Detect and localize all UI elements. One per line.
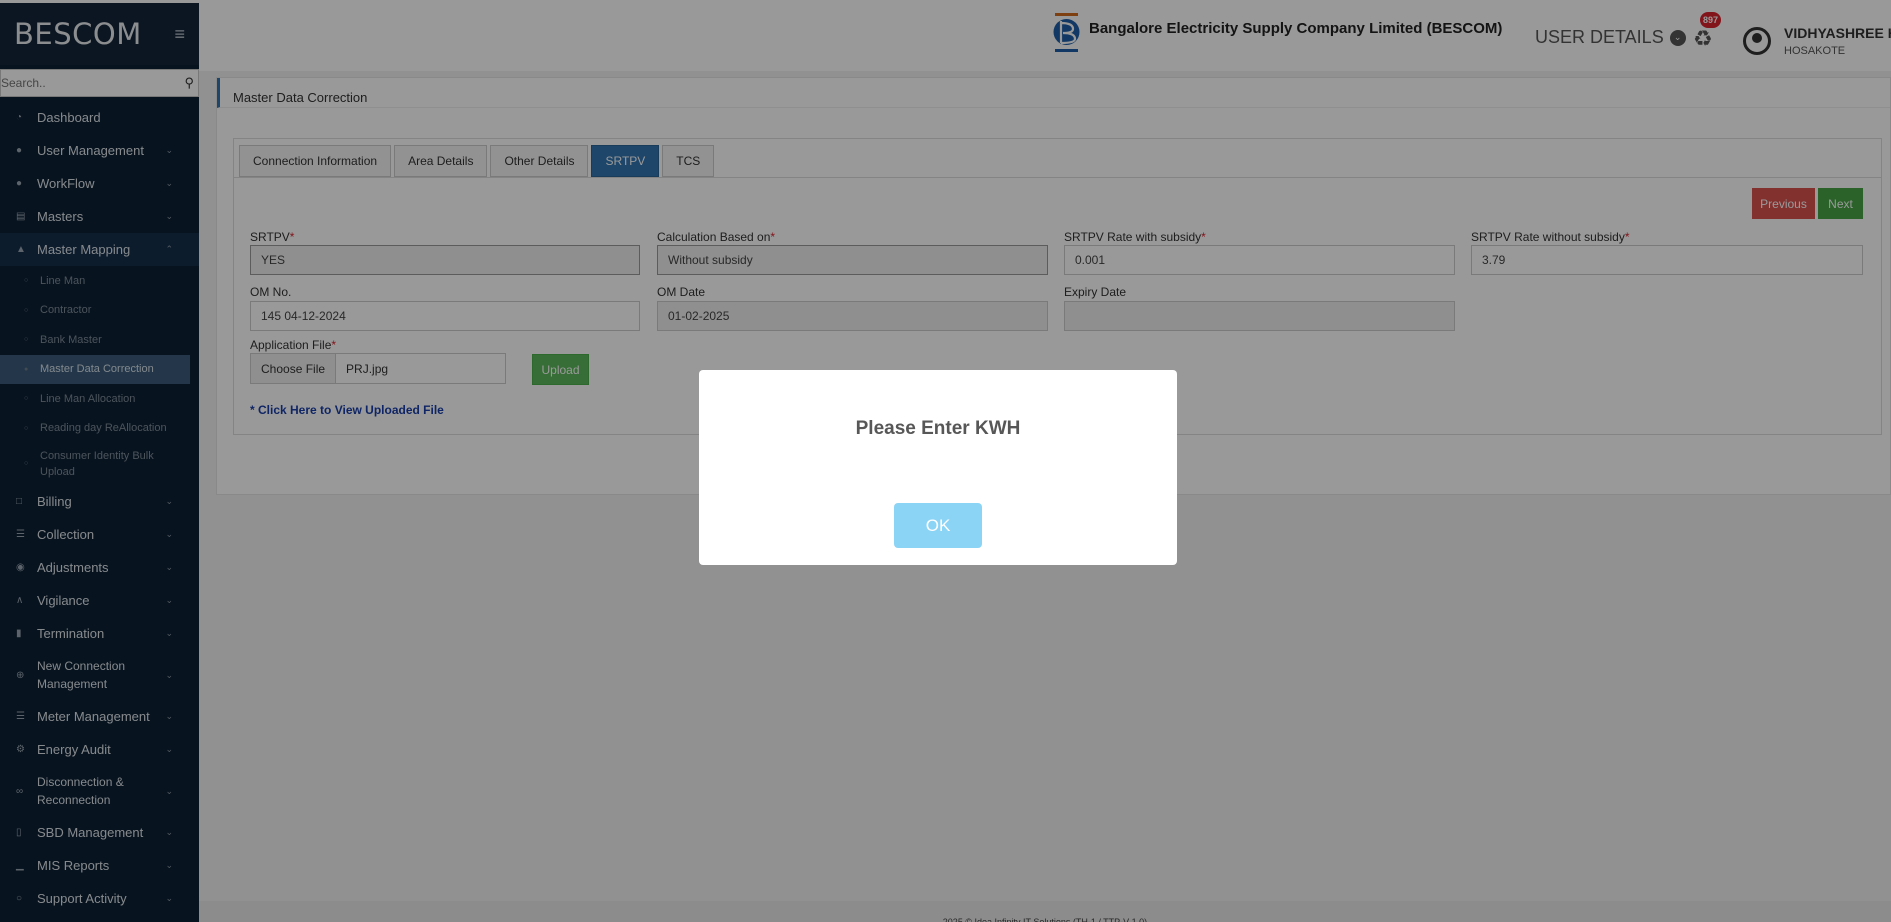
ok-button[interactable]: OK xyxy=(894,503,982,548)
alert-dialog: Please Enter KWH OK xyxy=(699,370,1177,565)
alert-message: Please Enter KWH xyxy=(855,418,1021,439)
